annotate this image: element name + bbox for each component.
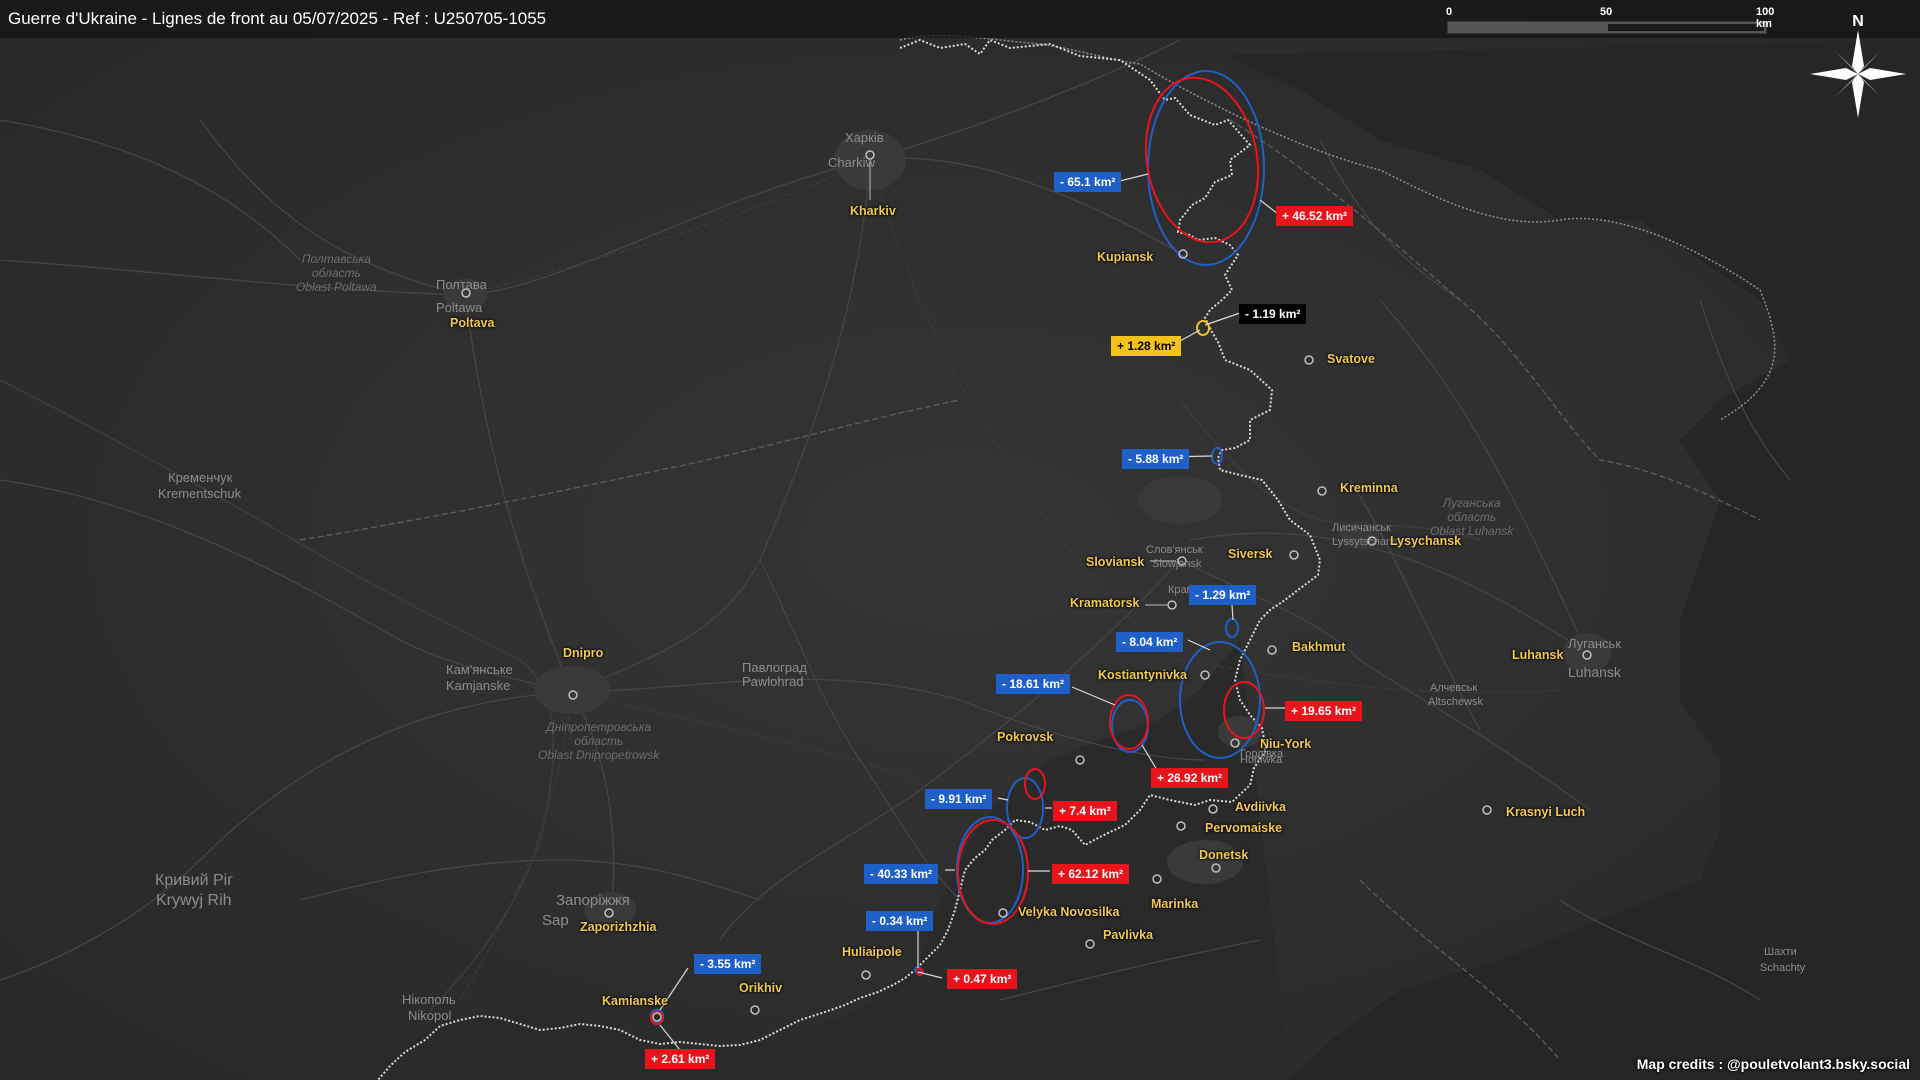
area-change-badge: + 26.92 km² xyxy=(1151,768,1229,788)
basemap-name: Алчевськ xyxy=(1430,682,1478,694)
city-label-kamianske: Kamianske xyxy=(602,994,669,1008)
area-change-badge: + 62.12 km² xyxy=(1052,864,1130,884)
area-change-badge: - 65.1 km² xyxy=(1054,172,1122,192)
area-change-badge: - 40.33 km² xyxy=(864,864,939,884)
city-label-huliaipole: Huliaipole xyxy=(842,945,902,959)
compass-north-label: N xyxy=(1852,13,1864,30)
basemap-name: Кривий Ріг xyxy=(155,872,234,889)
region-label-dnipropetrovsk: Дніпропетровська область Oblast Dnipropetr… xyxy=(538,720,660,762)
basemap-name: Запоріжжя xyxy=(556,892,630,909)
basemap-name: Луганськ xyxy=(1568,636,1622,651)
area-change-badge: + 2.61 km² xyxy=(645,1049,716,1069)
area-change-badge: - 9.91 km² xyxy=(925,789,993,809)
area-change-badge: - 18.61 km² xyxy=(996,674,1071,694)
basemap-name: Luhansk xyxy=(1568,664,1621,680)
map-credits: Map credits : @pouletvolant3.bsky.social xyxy=(1636,1056,1910,1072)
area-change-badge: - 3.55 km² xyxy=(694,954,762,974)
region-label-luhansk: Луганська область Oblast Luhansk xyxy=(1430,496,1514,538)
basemap-name: Slowjansk xyxy=(1152,558,1202,570)
basemap-name: Charkiw xyxy=(828,155,875,170)
area-change-badge: - 1.19 km² xyxy=(1239,304,1307,324)
city-label-kramatorsk: Kramatorsk xyxy=(1070,596,1140,610)
city-label-zaporizhzhia: Zaporizhzhia xyxy=(580,920,657,934)
scale-label-50: 50 xyxy=(1600,6,1613,18)
city-label-pokrovsk: Pokrovsk xyxy=(997,730,1054,744)
area-change-badge: + 46.52 km² xyxy=(1276,206,1354,226)
basemap-name: Poltawa xyxy=(436,300,483,315)
basemap-name: Nikopol xyxy=(408,1008,452,1023)
map-canvas[interactable]: Guerre d'Ukraine - Lignes de front au 05… xyxy=(0,0,1920,1080)
city-label-niu-york: Niu-York xyxy=(1260,737,1312,751)
scale-bar: 0 50 100 km xyxy=(1446,6,1778,36)
city-label-dnipro: Dnipro xyxy=(563,646,604,660)
city-label-orikhiv: Orikhiv xyxy=(739,981,783,995)
city-label-kharkiv: Kharkiv xyxy=(850,204,896,218)
basemap-name: Pawlohrad xyxy=(742,674,804,689)
area-change-badge: + 0.47 km² xyxy=(947,969,1018,989)
city-label-kostiantynivka: Kostiantynivka xyxy=(1098,668,1187,682)
area-change-badge: - 5.88 km² xyxy=(1122,449,1190,469)
city-label-krasnyi-luch: Krasnyi Luch xyxy=(1506,805,1586,819)
basemap-name: Schachty xyxy=(1760,962,1806,974)
basemap-name: Кременчук xyxy=(168,470,233,485)
area-change-badge: - 0.34 km² xyxy=(866,911,934,931)
map-title: Guerre d'Ukraine - Lignes de front au 05… xyxy=(8,9,547,28)
basemap-name: Kamjanske xyxy=(446,678,511,693)
city-label-velyka-novosilka: Velyka Novosilka xyxy=(1018,905,1120,919)
city-label-kreminna: Kreminna xyxy=(1340,481,1398,495)
city-label-bakhmut: Bakhmut xyxy=(1292,640,1346,654)
compass-rose-icon: N xyxy=(1808,8,1908,123)
area-change-badge: + 19.65 km² xyxy=(1285,701,1363,721)
basemap-name: Нікополь xyxy=(402,992,456,1007)
area-change-badge: + 7.4 km² xyxy=(1053,801,1117,821)
basemap-name: Altschewsk xyxy=(1428,696,1484,708)
scale-label-100: 100 km xyxy=(1756,6,1775,30)
basemap-name: Krywyj Rih xyxy=(156,892,232,909)
city-label-avdiivka: Avdiivka xyxy=(1235,800,1286,814)
basemap xyxy=(0,0,1920,1080)
area-change-badge: - 8.04 km² xyxy=(1116,632,1184,652)
city-label-poltava: Poltava xyxy=(450,316,495,330)
city-label-pervomaiske: Pervomaiske xyxy=(1205,821,1283,835)
basemap-name: Слов'янськ xyxy=(1146,544,1203,556)
region-label-poltava: Полтавська область Oblast Poltawa xyxy=(296,252,377,294)
city-label-donetsk: Donetsk xyxy=(1199,848,1249,862)
area-change-badge: - 1.29 km² xyxy=(1189,585,1257,605)
city-label-luhansk: Luhansk xyxy=(1512,648,1564,662)
basemap-name: Харків xyxy=(845,130,884,145)
scale-label-0: 0 xyxy=(1446,6,1453,18)
basemap-name: Полтава xyxy=(436,277,487,292)
area-change-badge: + 1.28 km² xyxy=(1111,336,1182,356)
basemap-name: Horliwka xyxy=(1240,754,1283,766)
basemap-name: Krementschuk xyxy=(158,486,242,501)
basemap-name: Кам'янське xyxy=(446,662,513,677)
city-label-lysychansk: Lysychansk xyxy=(1390,534,1462,548)
basemap-name: Шахти xyxy=(1764,946,1797,958)
city-label-pavlivka: Pavlivka xyxy=(1103,928,1154,942)
city-label-svatove: Svatove xyxy=(1327,352,1375,366)
city-label-siversk: Siversk xyxy=(1228,547,1273,561)
basemap-name: Sap xyxy=(542,912,569,929)
basemap-name: Лисичанськ xyxy=(1332,522,1391,534)
city-label-sloviansk: Sloviansk xyxy=(1086,555,1145,569)
basemap-name: Павлоград xyxy=(742,660,807,675)
city-label-kupiansk: Kupiansk xyxy=(1097,250,1154,264)
city-label-marinka: Marinka xyxy=(1151,897,1199,911)
